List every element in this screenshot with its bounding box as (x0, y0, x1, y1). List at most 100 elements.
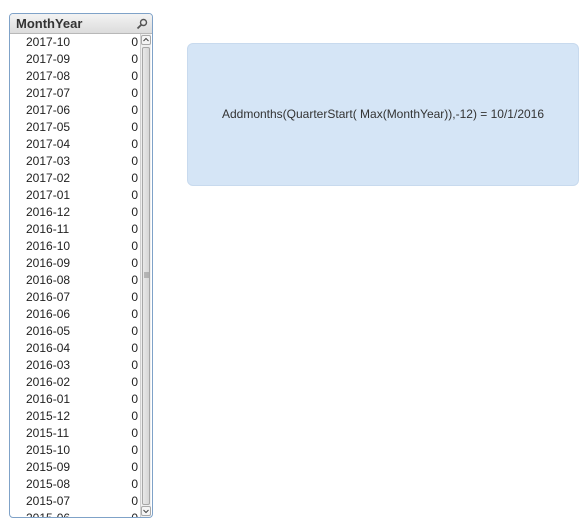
list-item-count: 0 (131, 307, 138, 321)
scroll-up-button[interactable] (141, 35, 151, 45)
list-item-label: 2016-05 (26, 324, 71, 338)
list-item[interactable]: 2017-07 0 (10, 85, 141, 102)
listbox-title: MonthYear (16, 16, 83, 31)
list-item[interactable]: 2017-03 0 (10, 153, 141, 170)
list-item[interactable]: 2016-11 0 (10, 221, 141, 238)
list-item[interactable]: 2015-06 0 (10, 510, 141, 518)
list-item[interactable]: 2016-02 0 (10, 374, 141, 391)
scrollbar-thumb[interactable] (142, 47, 150, 505)
list-item-count: 0 (131, 222, 138, 236)
list-item[interactable]: 2016-07 0 (10, 289, 141, 306)
list-item-count: 0 (131, 375, 138, 389)
list-item[interactable]: 2015-08 0 (10, 476, 141, 493)
list-item-count: 0 (131, 154, 138, 168)
list-item[interactable]: 2017-06 0 (10, 102, 141, 119)
list-item[interactable]: 2017-09 0 (10, 51, 141, 68)
list-item-label: 2017-04 (26, 137, 71, 151)
list-item-label: 2016-04 (26, 341, 71, 355)
list-item-label: 2016-06 (26, 307, 71, 321)
list-item[interactable]: 2016-04 0 (10, 340, 141, 357)
list-item-count: 0 (131, 443, 138, 457)
list-item-count: 0 (131, 52, 138, 66)
list-item-label: 2017-10 (26, 35, 71, 49)
list-item-count: 0 (131, 477, 138, 491)
list-item[interactable]: 2016-05 0 (10, 323, 141, 340)
list-item-count: 0 (131, 392, 138, 406)
list-item-label: 2015-08 (26, 477, 71, 491)
list-item[interactable]: 2017-02 0 (10, 170, 141, 187)
list-item-label: 2015-07 (26, 494, 71, 508)
list-item-label: 2017-02 (26, 171, 71, 185)
list-item-count: 0 (131, 324, 138, 338)
list-item-count: 0 (131, 460, 138, 474)
list-item[interactable]: 2016-06 0 (10, 306, 141, 323)
list-item-label: 2017-07 (26, 86, 71, 100)
list-item-label: 2016-03 (26, 358, 71, 372)
expression-text: Addmonths(QuarterStart( Max(MonthYear)),… (221, 107, 545, 121)
list-item-label: 2015-10 (26, 443, 71, 457)
list-item-count: 0 (131, 205, 138, 219)
list-item-label: 2017-08 (26, 69, 71, 83)
list-item-count: 0 (131, 103, 138, 117)
list-item-label: 2017-03 (26, 154, 71, 168)
list-item[interactable]: 2016-03 0 (10, 357, 141, 374)
list-item[interactable]: 2016-08 0 (10, 272, 141, 289)
scroll-down-button[interactable] (141, 506, 151, 516)
list-item[interactable]: 2017-05 0 (10, 119, 141, 136)
list-item[interactable]: 2017-10 0 (10, 34, 141, 51)
list-item-count: 0 (131, 239, 138, 253)
list-item-label: 2015-09 (26, 460, 71, 474)
list-item-count: 0 (131, 511, 138, 518)
list-item-count: 0 (131, 171, 138, 185)
list-item-label: 2015-11 (26, 426, 70, 440)
list-item-count: 0 (131, 290, 138, 304)
expression-textbox: Addmonths(QuarterStart( Max(MonthYear)),… (187, 43, 579, 186)
list-item[interactable]: 2017-04 0 (10, 136, 141, 153)
list-item[interactable]: 2015-12 0 (10, 408, 141, 425)
list-item-label: 2016-02 (26, 375, 71, 389)
list-item-label: 2016-08 (26, 273, 71, 287)
list-item[interactable]: 2015-07 0 (10, 493, 141, 510)
list-item-label: 2017-05 (26, 120, 71, 134)
list-item-count: 0 (131, 341, 138, 355)
list-item-count: 0 (131, 188, 138, 202)
list-item[interactable]: 2017-01 0 (10, 187, 141, 204)
list-item-label: 2016-09 (26, 256, 71, 270)
list-item[interactable]: 2016-12 0 (10, 204, 141, 221)
chevron-down-icon (143, 509, 149, 514)
list-item-label: 2016-07 (26, 290, 71, 304)
list-item-label: 2016-01 (26, 392, 71, 406)
list-item-label: 2017-06 (26, 103, 71, 117)
list-item-label: 2015-12 (26, 409, 71, 423)
list-item[interactable]: 2016-10 0 (10, 238, 141, 255)
list-item-count: 0 (131, 69, 138, 83)
list-item-count: 0 (131, 137, 138, 151)
listbox-values: 2017-10 0 2017-09 0 2017-08 0 2017-07 0 2017-06 0… (10, 34, 141, 518)
list-item-label: 2016-11 (26, 222, 70, 236)
list-item-count: 0 (131, 120, 138, 134)
chevron-up-icon (143, 37, 149, 42)
list-item-count: 0 (131, 86, 138, 100)
list-item[interactable]: 2015-10 0 (10, 442, 141, 459)
list-item-count: 0 (131, 358, 138, 372)
list-item-label: 2016-10 (26, 239, 71, 253)
scrollbar[interactable] (140, 34, 151, 517)
list-item[interactable]: 2016-01 0 (10, 391, 141, 408)
list-item-count: 0 (131, 409, 138, 423)
list-item-label: 2017-09 (26, 52, 71, 66)
list-item-count: 0 (131, 494, 138, 508)
listbox-header: MonthYear (10, 14, 152, 34)
list-item[interactable]: 2017-08 0 (10, 68, 141, 85)
list-item-count: 0 (131, 273, 138, 287)
list-item-count: 0 (131, 426, 138, 440)
list-item[interactable]: 2016-09 0 (10, 255, 141, 272)
list-item-label: 2016-12 (26, 205, 71, 219)
search-icon[interactable] (136, 17, 148, 30)
monthyear-listbox: MonthYear 2017-10 0 2017-09 0 2017-08 0 2017-0… (9, 13, 153, 518)
list-item-count: 0 (131, 256, 138, 270)
list-item[interactable]: 2015-09 0 (10, 459, 141, 476)
list-item[interactable]: 2015-11 0 (10, 425, 141, 442)
grip-icon (144, 272, 149, 278)
list-item-label: 2017-01 (26, 188, 71, 202)
list-item-label: 2015-06 (26, 511, 71, 518)
